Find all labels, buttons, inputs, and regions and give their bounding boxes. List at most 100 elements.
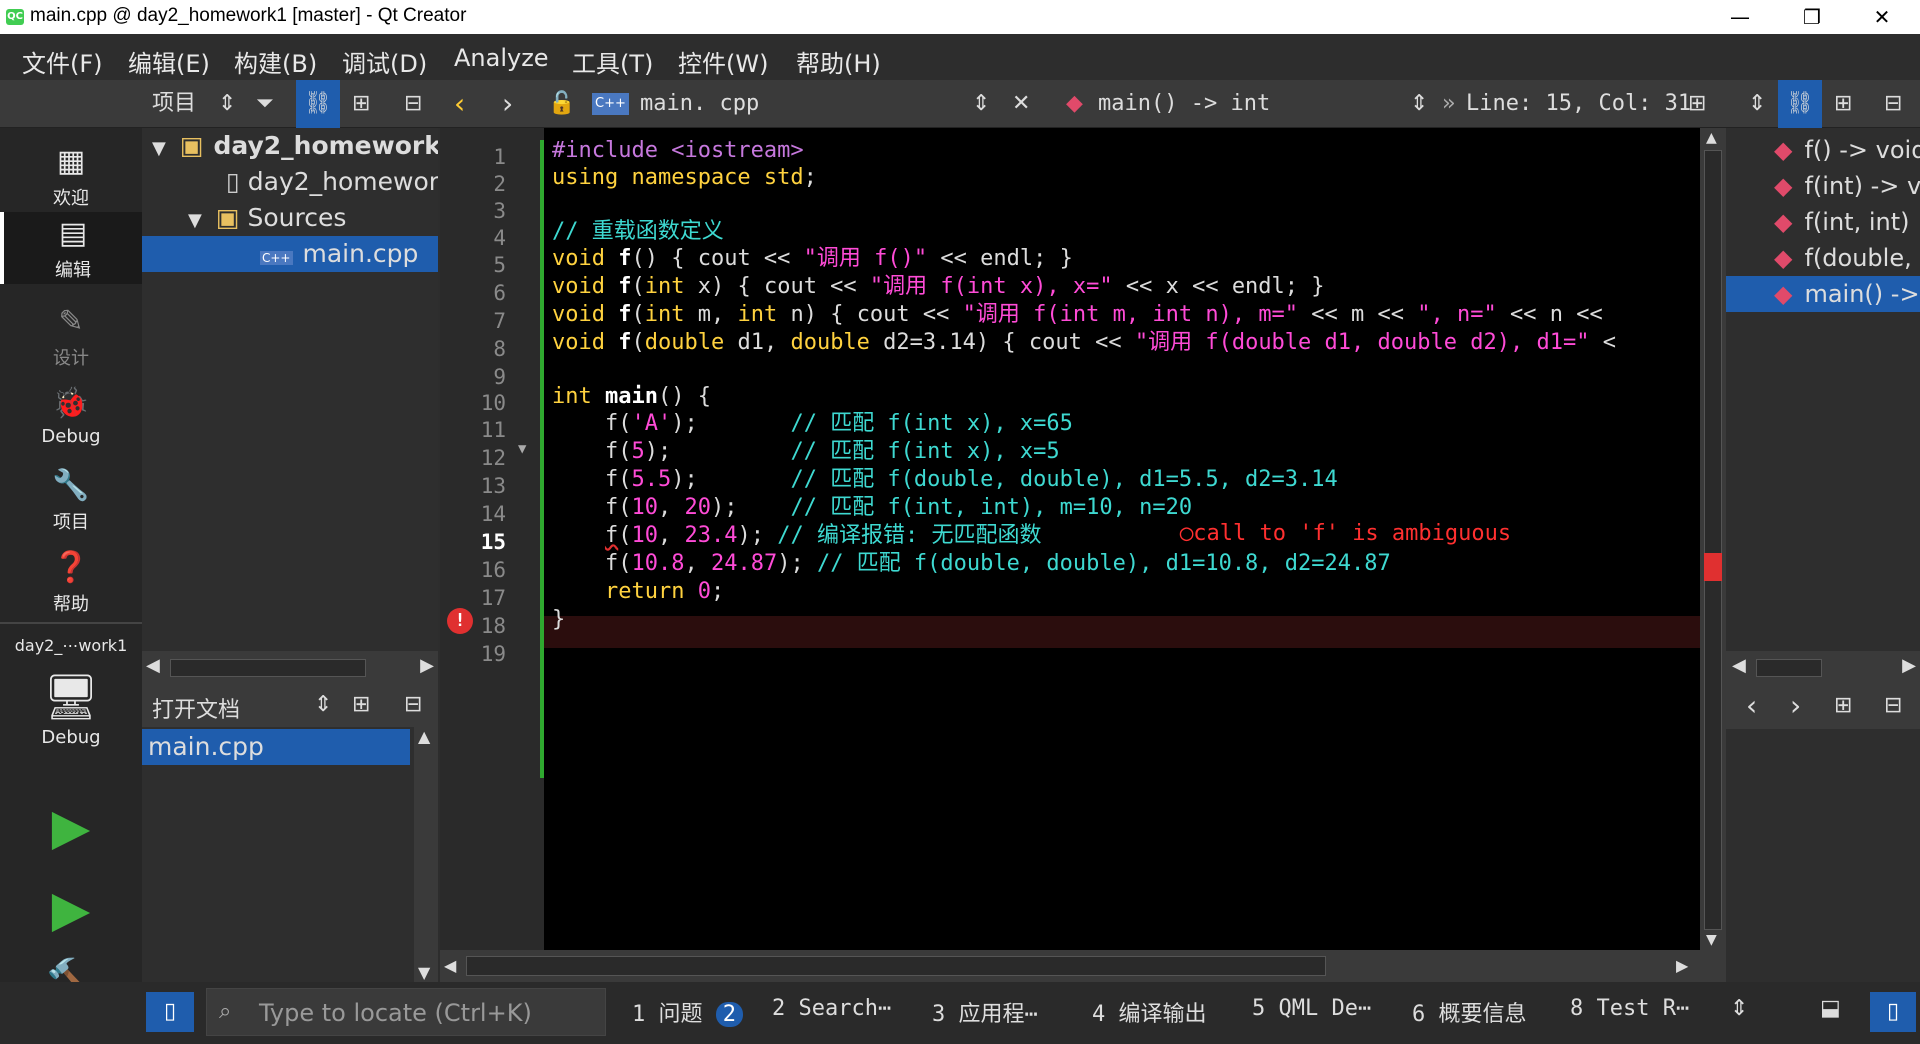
scroll-left-icon[interactable]: ◀ xyxy=(444,956,456,975)
current-file[interactable]: main. cpp xyxy=(640,80,759,128)
mode-edit[interactable]: ▤ 编辑 xyxy=(0,212,142,284)
toggle-right-sidebar-button[interactable]: ▯ xyxy=(1870,992,1916,1032)
scroll-up-icon[interactable]: ▲ xyxy=(418,727,430,746)
mode-help[interactable]: ❓ 帮助 xyxy=(0,550,142,616)
open-docs-vscroll[interactable]: ▲ ▼ xyxy=(414,727,438,982)
menu-tools[interactable]: 工具(T) xyxy=(572,44,653,79)
tab-general-messages[interactable]: 6 概要信息 xyxy=(1412,996,1527,1028)
scroll-up-icon[interactable]: ▲ xyxy=(1706,130,1717,146)
tab-test-results[interactable]: 8 Test R⋯ xyxy=(1570,996,1689,1021)
tree-main-cpp[interactable]: C++ main.cpp xyxy=(142,236,438,272)
collapse-icon[interactable]: ⊟ xyxy=(404,692,422,717)
outline-item[interactable]: ◆ f(int) -> void xyxy=(1726,168,1920,204)
collapse-icon[interactable]: ⊟ xyxy=(404,80,422,128)
progress-toggle-icon[interactable]: ⬓ xyxy=(1820,996,1841,1021)
collapse-right-icon[interactable]: ⊟ xyxy=(1884,80,1902,128)
back-icon[interactable]: ‹ xyxy=(1746,689,1757,722)
tree-sources[interactable]: ▼ ▣ Sources xyxy=(142,200,438,236)
fold-arrow-icon[interactable]: ▼ xyxy=(518,441,526,457)
error-line-highlight xyxy=(544,616,1700,648)
tab-issues[interactable]: 1 问题 2 xyxy=(632,996,744,1028)
minimize-button[interactable]: — xyxy=(1710,0,1770,34)
mode-projects[interactable]: 🔧 项目 xyxy=(0,468,142,534)
error-scroll-marker[interactable] xyxy=(1704,553,1722,581)
outline-hscroll[interactable]: ◀ ▶ xyxy=(1726,651,1920,685)
lock-icon[interactable]: 🔓 xyxy=(548,80,575,128)
tab-app-output[interactable]: 3 应用程⋯ xyxy=(932,996,1038,1028)
tab-search[interactable]: 2 Search⋯ xyxy=(772,996,891,1021)
run-button[interactable]: ▶ xyxy=(0,798,142,856)
scroll-left-icon[interactable]: ◀ xyxy=(146,655,160,676)
split-icon[interactable]: ⊞ xyxy=(352,80,370,128)
debug-run-button[interactable]: ▶ xyxy=(0,880,142,938)
scroll-left-icon[interactable]: ◀ xyxy=(1732,655,1746,676)
project-tree: ▼ ▣ day2_homework1 ▯ day2_homewor ▼ ▣ Sources… xyxy=(142,128,438,685)
line-number[interactable]: 19 xyxy=(481,637,506,671)
outline-dropdown-icon[interactable]: ⇕ xyxy=(1748,80,1766,128)
kit-project-name[interactable]: day2_⋯work1 xyxy=(0,636,142,655)
updown-icon[interactable]: ⇕ xyxy=(218,80,236,128)
split-right-icon[interactable]: ⊞ xyxy=(1834,80,1852,128)
scroll-thumb[interactable] xyxy=(466,956,1326,976)
outline-item[interactable]: ◆ f() -> void xyxy=(1726,132,1920,168)
tree-hscroll[interactable]: ◀ ▶ xyxy=(142,651,438,685)
outline-item[interactable]: ◆ main() -> int xyxy=(1726,276,1920,312)
split-editor-icon[interactable]: ⊞ xyxy=(1688,80,1706,128)
scroll-right-icon[interactable]: ▶ xyxy=(420,655,434,676)
toggle-sidebar-button[interactable]: ▯ xyxy=(146,992,194,1032)
editor-hscroll[interactable]: ◀ ▶ xyxy=(440,950,1726,982)
menu-file[interactable]: 文件(F) xyxy=(22,44,103,79)
tree-pro-file[interactable]: ▯ day2_homewor xyxy=(142,164,438,200)
outline-item[interactable]: ◆ f(double, double) xyxy=(1726,240,1920,276)
scroll-thumb[interactable] xyxy=(170,659,366,677)
split-icon[interactable]: ⊞ xyxy=(352,692,370,717)
scroll-down-icon[interactable]: ▼ xyxy=(1706,932,1717,948)
scroll-thumb[interactable] xyxy=(1756,659,1822,677)
mode-design[interactable]: ✎ 设计 xyxy=(0,304,142,370)
collapse-arrow-icon[interactable]: ▼ xyxy=(152,138,166,159)
updown-icon[interactable]: ⇕ xyxy=(314,692,332,717)
filter-icon[interactable]: ⏷ xyxy=(256,80,274,128)
code-editor[interactable]: #include <iostream> using namespace std;… xyxy=(544,128,1700,950)
sync-link-icon[interactable]: ⛓ xyxy=(1778,80,1822,128)
menu-help[interactable]: 帮助(H) xyxy=(796,44,881,79)
menu-widgets[interactable]: 控件(W) xyxy=(678,44,768,79)
menu-analyze[interactable]: Analyze xyxy=(454,44,549,72)
link-icon[interactable]: ⛓ xyxy=(296,80,340,128)
close-button[interactable]: ✕ xyxy=(1852,0,1912,34)
error-marker-icon[interactable]: ! xyxy=(447,608,473,634)
tree-project-root[interactable]: ▼ ▣ day2_homework1 xyxy=(142,128,438,164)
back-icon[interactable]: ‹ xyxy=(454,80,465,128)
cursor-position[interactable]: Line: 15, Col: 31 xyxy=(1466,80,1691,128)
tab-qml-debugger[interactable]: 5 QML De⋯ xyxy=(1252,996,1371,1021)
tab-compile-output[interactable]: 4 编译输出 xyxy=(1092,996,1207,1028)
mode-welcome-label: 欢迎 xyxy=(53,188,89,209)
menu-edit[interactable]: 编辑(E) xyxy=(128,44,210,79)
mode-welcome[interactable]: ▦ 欢迎 xyxy=(0,144,142,210)
forward-icon[interactable]: › xyxy=(502,80,513,128)
close-file-icon[interactable]: ✕ xyxy=(1012,80,1030,128)
symbol-dropdown-icon[interactable]: ⇕ xyxy=(1410,80,1428,128)
mode-debug[interactable]: 🐞 Debug xyxy=(0,386,142,447)
file-dropdown-icon[interactable]: ⇕ xyxy=(972,80,990,128)
menu-debug[interactable]: 调试(D) xyxy=(342,44,427,79)
scroll-right-icon[interactable]: ▶ xyxy=(1676,956,1688,975)
kit-selector[interactable]: 🖥 Debug xyxy=(0,673,142,749)
function-symbol-icon: ◆ xyxy=(1774,280,1793,308)
forward-icon[interactable]: › xyxy=(1790,689,1801,722)
scroll-down-icon[interactable]: ▼ xyxy=(418,963,430,982)
project-view-label[interactable]: 项目 xyxy=(152,80,196,128)
maximize-button[interactable]: ❐ xyxy=(1782,0,1842,34)
open-doc-item[interactable]: main.cpp xyxy=(142,729,410,765)
locator-field[interactable]: ⌕ Type to locate (Ctrl+K) xyxy=(206,988,606,1036)
scroll-thumb[interactable] xyxy=(1704,150,1722,930)
outline-item[interactable]: ◆ f(int, int) xyxy=(1726,204,1920,240)
scroll-right-icon[interactable]: ▶ xyxy=(1902,655,1916,676)
split-icon[interactable]: ⊞ xyxy=(1834,693,1852,718)
collapse-icon[interactable]: ⊟ xyxy=(1884,693,1902,718)
collapse-arrow-icon[interactable]: ▼ xyxy=(188,210,202,231)
editor-vscroll[interactable]: ▲ ▼ xyxy=(1700,128,1726,950)
symbol-selector[interactable]: main() -> int xyxy=(1098,80,1270,128)
more-tabs-icon[interactable]: ⇕ xyxy=(1730,996,1748,1021)
menu-build[interactable]: 构建(B) xyxy=(234,44,317,79)
